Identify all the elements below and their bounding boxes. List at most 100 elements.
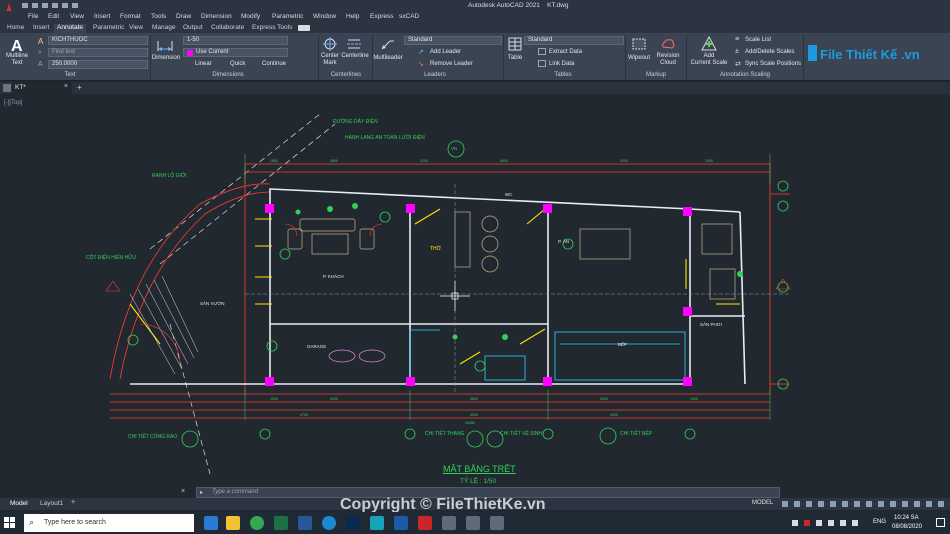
scale-list-button[interactable]: Scale List xyxy=(745,37,771,43)
new-layout-icon[interactable]: + xyxy=(71,499,75,506)
find-text-input[interactable]: Find text xyxy=(48,48,148,57)
revision-cloud-icon[interactable] xyxy=(661,37,675,51)
center-mark-icon[interactable] xyxy=(323,37,337,51)
drawing-canvas[interactable]: [-][Top] 1800 3600 1200 4600 4200 1000 1… xyxy=(0,94,950,498)
multiline-text-icon[interactable]: A xyxy=(8,37,26,55)
menu-dimension[interactable]: Dimension xyxy=(201,13,232,20)
table-style-select[interactable]: Standard xyxy=(524,36,624,45)
tab-overflow-icon[interactable] xyxy=(298,25,310,31)
menu-grid-icon[interactable] xyxy=(3,84,11,92)
menu-tools[interactable]: Tools xyxy=(151,13,166,20)
add-current-scale-button[interactable]: Add Current Scale xyxy=(690,53,728,67)
menu-edit[interactable]: Edit xyxy=(48,13,59,20)
system-tray[interactable] xyxy=(790,518,870,528)
new-tab-icon[interactable]: + xyxy=(77,83,82,92)
taskbar-app-icon[interactable] xyxy=(490,516,504,530)
table-icon[interactable] xyxy=(508,37,522,51)
wipeout-button[interactable]: Wipeout xyxy=(626,55,652,62)
add-leader-button[interactable]: Add Leader xyxy=(430,49,461,55)
quick-button[interactable]: Quick xyxy=(230,61,245,67)
task-view-icon[interactable] xyxy=(204,516,218,530)
dim-style-select[interactable]: 1-50 xyxy=(183,36,288,45)
sync-scale-positions-button[interactable]: Sync Scale Positions xyxy=(745,61,801,67)
menu-help[interactable]: Help xyxy=(346,13,359,20)
add-delete-scales-button[interactable]: Add/Delete Scales xyxy=(745,49,794,55)
edge-icon[interactable] xyxy=(322,516,336,530)
language-indicator[interactable]: ENG xyxy=(873,519,886,525)
chrome-icon[interactable] xyxy=(250,516,264,530)
text-style-select[interactable]: KICHTHUOC xyxy=(48,36,148,45)
dim-layer-select[interactable]: Use Current xyxy=(183,48,288,57)
tab-output[interactable]: Output xyxy=(180,24,206,31)
taskbar-search-input[interactable]: ⌕ Type here to search xyxy=(24,514,194,532)
3dsmax-icon[interactable] xyxy=(370,516,384,530)
text-panel-label[interactable]: Text xyxy=(50,72,90,78)
excel-icon[interactable] xyxy=(274,516,288,530)
menu-sxcad[interactable]: sxCAD xyxy=(399,13,419,20)
windows-start-icon[interactable] xyxy=(4,517,16,529)
multileader-button[interactable]: Multileader xyxy=(372,55,404,62)
dimension-icon[interactable] xyxy=(156,37,174,53)
tab-express-tools[interactable]: Express Tools xyxy=(249,24,295,31)
command-close-icon[interactable]: × xyxy=(181,488,185,495)
menu-window[interactable]: Window xyxy=(313,13,336,20)
close-icon[interactable]: × xyxy=(64,83,68,90)
revision-cloud-button[interactable]: Revision Cloud xyxy=(654,53,682,67)
extract-data-button[interactable]: Extract Data xyxy=(549,49,582,55)
layout-tab-layout1[interactable]: Layout1 xyxy=(40,500,63,507)
remove-leader-button[interactable]: Remove Leader xyxy=(430,61,473,67)
menu-insert[interactable]: Insert xyxy=(94,13,110,20)
menu-express[interactable]: Express xyxy=(370,13,393,20)
menu-file[interactable]: File xyxy=(28,13,38,20)
menu-format[interactable]: Format xyxy=(120,13,141,20)
linear-button[interactable]: Linear xyxy=(195,61,212,67)
tab-home[interactable]: Home xyxy=(4,24,27,31)
model-mode-indicator[interactable]: MODEL xyxy=(752,500,773,506)
layout-tab-model[interactable]: Model xyxy=(10,500,28,507)
tab-insert[interactable]: Insert xyxy=(30,24,52,31)
photoshop-icon[interactable] xyxy=(346,516,360,530)
menu-parametric[interactable]: Parametric xyxy=(272,13,303,20)
tab-view[interactable]: View xyxy=(126,24,146,31)
taskbar-app-icon[interactable] xyxy=(466,516,480,530)
quick-access-toolbar[interactable] xyxy=(20,2,160,9)
continue-button[interactable]: Continue xyxy=(262,61,286,67)
tab-manage[interactable]: Manage xyxy=(149,24,179,31)
link-data-button[interactable]: Link Data xyxy=(549,61,574,67)
tables-panel-label[interactable]: Tables xyxy=(550,72,576,78)
tab-collaborate[interactable]: Collaborate xyxy=(208,24,247,31)
word-icon[interactable] xyxy=(298,516,312,530)
taskbar-app-icon[interactable] xyxy=(442,516,456,530)
doc-tab-kt[interactable]: KT* × xyxy=(12,82,72,94)
centerline-button[interactable]: Centerline xyxy=(340,53,370,60)
file-explorer-icon[interactable] xyxy=(226,516,240,530)
table-button[interactable]: Table xyxy=(503,55,527,62)
autocad-taskbar-icon[interactable] xyxy=(418,516,432,530)
add-scale-icon[interactable] xyxy=(701,35,717,52)
clock-date[interactable]: 08/08/2020 xyxy=(892,524,922,530)
status-toggles[interactable] xyxy=(780,500,948,508)
multileader-icon[interactable] xyxy=(380,37,394,51)
command-input[interactable]: Type a command xyxy=(212,489,258,495)
text-height-input[interactable]: 250.0000 xyxy=(48,60,148,69)
svg-text:3600: 3600 xyxy=(330,159,338,163)
annotation-scaling-panel-label[interactable]: Annotation Scaling xyxy=(705,72,785,78)
clock-time[interactable]: 10:24 SA xyxy=(894,515,919,521)
dimensions-panel-label[interactable]: Dimensions xyxy=(200,72,256,78)
menu-view[interactable]: View xyxy=(70,13,84,20)
notification-icon[interactable] xyxy=(936,518,945,527)
multiline-text-button[interactable]: Multiline Text xyxy=(4,53,30,67)
leader-style-select[interactable]: Standard xyxy=(404,36,502,45)
menu-modify[interactable]: Modify xyxy=(241,13,260,20)
centerlines-panel-label[interactable]: Centerlines xyxy=(324,72,368,78)
centerline-icon[interactable] xyxy=(347,37,361,51)
tab-parametric[interactable]: Parametric xyxy=(90,24,127,31)
wipeout-icon[interactable] xyxy=(632,37,646,51)
leaders-panel-label[interactable]: Leaders xyxy=(420,72,450,78)
menu-draw[interactable]: Draw xyxy=(176,13,191,20)
revit-icon[interactable] xyxy=(394,516,408,530)
dim-layer-value: Use Current xyxy=(196,49,229,55)
markup-panel-label[interactable]: Markup xyxy=(640,72,672,78)
tab-annotate[interactable]: Annotate xyxy=(54,24,87,33)
dimension-button[interactable]: Dimension xyxy=(150,55,182,62)
